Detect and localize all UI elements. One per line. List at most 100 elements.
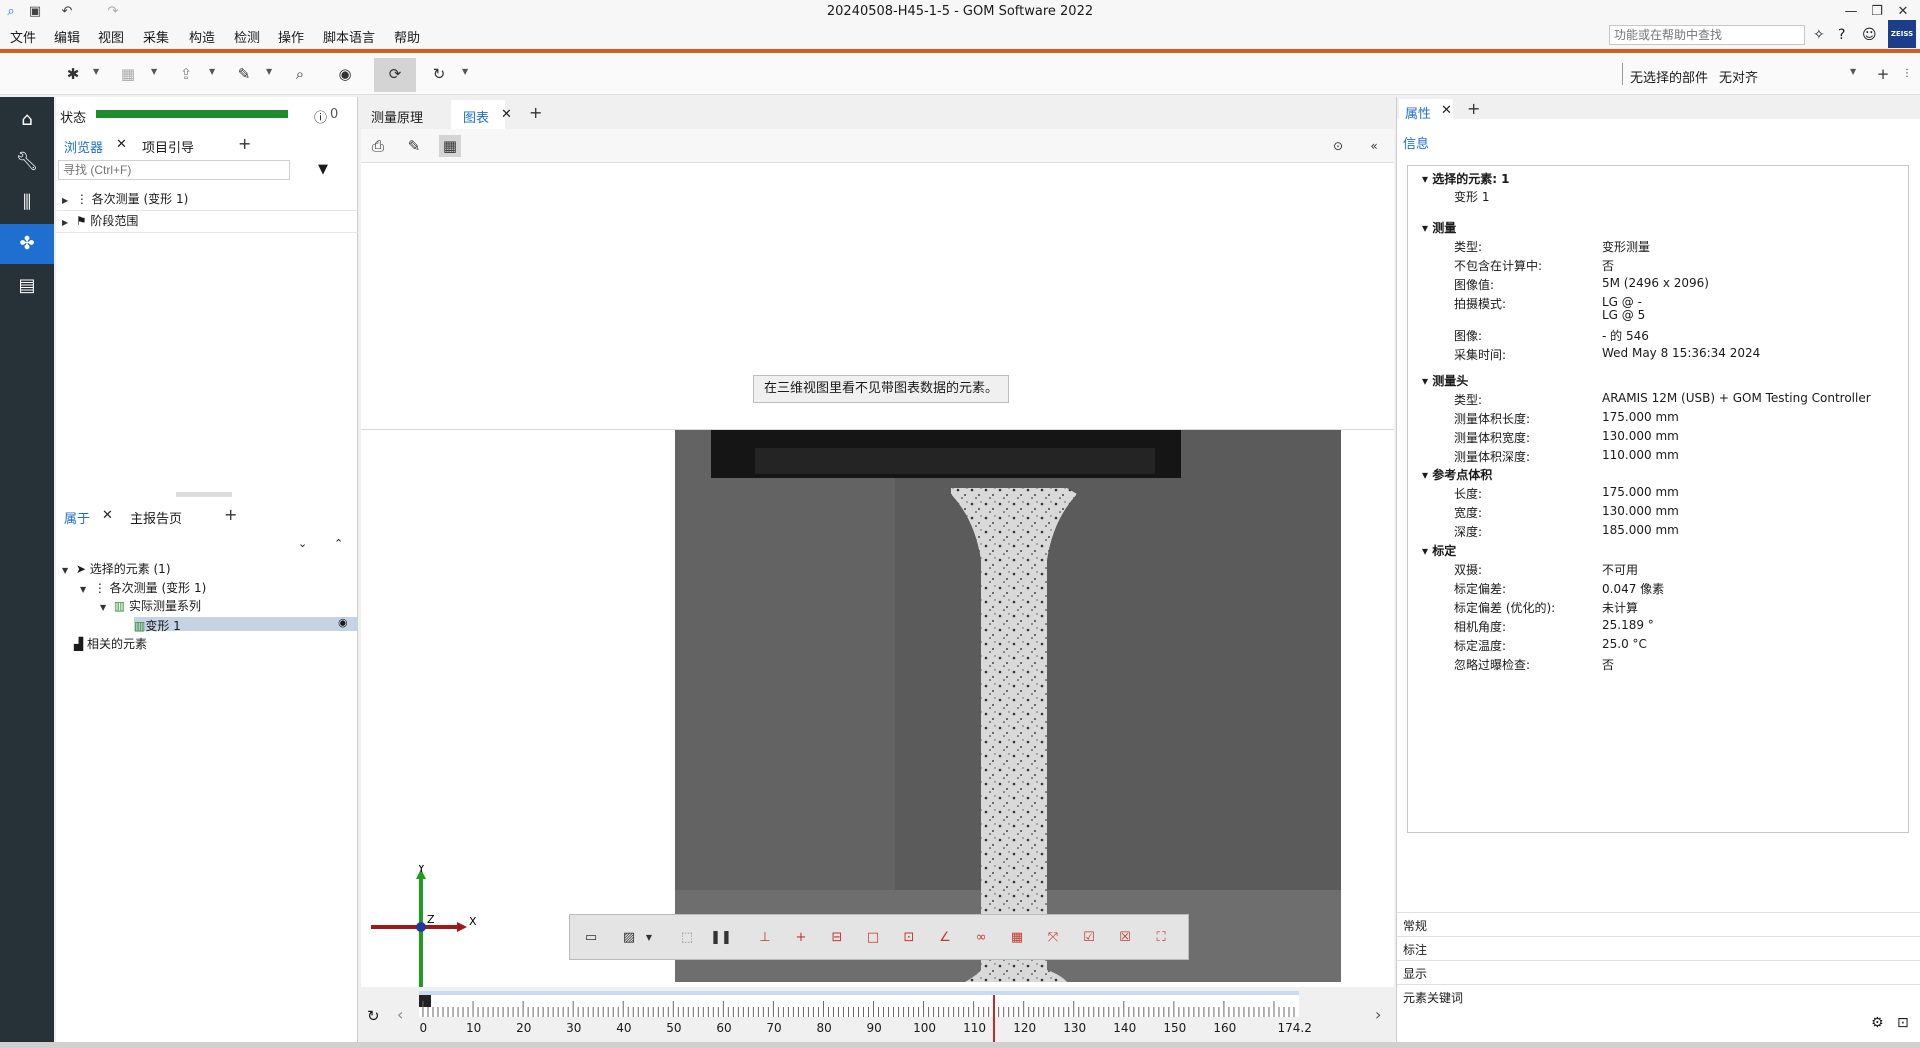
inspection-icon[interactable]: ✤: [0, 224, 54, 264]
rectangle-icon[interactable]: □: [862, 927, 884, 949]
info-icon[interactable]: ⓘ: [314, 107, 327, 126]
tree-item-measurements[interactable]: ▶ ⋮ 各次测量 (变形 1): [62, 190, 188, 207]
section-keywords[interactable]: 元素关键词: [1397, 984, 1920, 1008]
reload-icon[interactable]: ↻: [428, 63, 450, 85]
splitter-handle[interactable]: [176, 492, 232, 497]
filter-icon[interactable]: ▼: [318, 162, 328, 177]
grid-select-icon[interactable]: ▦: [1006, 927, 1028, 949]
menu-inspect[interactable]: 检测: [234, 27, 260, 46]
menu-operate[interactable]: 操作: [278, 27, 304, 46]
help-search-input[interactable]: [1609, 25, 1805, 45]
menu-acquire[interactable]: 采集: [143, 27, 169, 46]
help-icon[interactable]: ?: [1838, 27, 1845, 43]
visibility-eye-icon[interactable]: ◉: [338, 616, 348, 629]
section-calibration[interactable]: ▾ 标定: [1422, 542, 1456, 559]
menu-view[interactable]: 视图: [98, 27, 124, 46]
timeline-track[interactable]: [419, 991, 1299, 1017]
expand-all-icon[interactable]: ⌄: [298, 537, 307, 550]
tree-item-related-elements[interactable]: ▟ 相关的元素: [74, 635, 147, 652]
timeline-cursor[interactable]: [993, 995, 995, 1043]
section-general[interactable]: 常规: [1397, 912, 1920, 936]
home-icon[interactable]: ⌂: [0, 100, 54, 140]
tab-main-report[interactable]: 主报告页: [130, 508, 182, 527]
add-tab-icon[interactable]: +: [238, 134, 251, 153]
collapse-all-icon[interactable]: ⌃: [334, 537, 343, 550]
tree-item-selected-elements[interactable]: ▼ ➤ 选择的元素 (1): [62, 560, 171, 577]
point-icon[interactable]: ⊥: [754, 927, 776, 949]
menu-edit[interactable]: 编辑: [54, 27, 80, 46]
grid-icon[interactable]: ▦: [117, 63, 139, 85]
chart-layout-icon[interactable]: ▦: [439, 135, 461, 157]
close-icon[interactable]: ✕: [116, 137, 127, 152]
menu-help[interactable]: 帮助: [394, 27, 420, 46]
tools-icon[interactable]: 🔧︎: [0, 142, 54, 182]
pin-icon[interactable]: ✧: [1813, 27, 1825, 43]
minimize-icon[interactable]: —: [1840, 3, 1862, 21]
add-icon[interactable]: +: [1872, 63, 1894, 85]
frame-icon[interactable]: ⊡: [898, 927, 920, 949]
close-icon[interactable]: ✕: [102, 508, 113, 523]
user-icon[interactable]: ☺: [1862, 27, 1877, 43]
circle-link-icon[interactable]: ∞: [970, 927, 992, 949]
part-selector[interactable]: 无选择的部件: [1630, 67, 1708, 86]
menu-construct[interactable]: 构造: [189, 27, 215, 46]
more-icon[interactable]: ⋮: [1896, 63, 1918, 85]
remove-icon[interactable]: ☒: [1114, 927, 1136, 949]
prev-icon[interactable]: ‹: [397, 1005, 403, 1024]
add-tab-icon[interactable]: +: [529, 103, 542, 122]
chart-edit-icon[interactable]: ✎: [403, 135, 425, 157]
export-icon[interactable]: ⇪: [175, 63, 197, 85]
section-selected[interactable]: ▾ 选择的元素: 1: [1422, 170, 1510, 187]
library-icon[interactable]: ⫼: [0, 183, 54, 223]
view-mode-icon[interactable]: ▭: [580, 927, 602, 949]
section-annotation[interactable]: 标注: [1397, 936, 1920, 960]
section-icon[interactable]: ⊟: [826, 927, 848, 949]
restore-icon[interactable]: ❐: [1866, 3, 1888, 21]
menu-script[interactable]: 脚本语言: [323, 27, 375, 46]
transform-icon[interactable]: ⛶: [1150, 927, 1172, 949]
sync-icon[interactable]: ⟳: [384, 63, 406, 85]
pause-icon[interactable]: ❚❚: [710, 927, 732, 949]
tab-properties[interactable]: 属性: [1405, 103, 1431, 122]
tree-item-stage-range[interactable]: ▶ ⚑ 阶段范围: [62, 212, 138, 229]
add-tab-icon[interactable]: +: [1467, 99, 1480, 118]
stage-timeline[interactable]: ↻ ‹ › 0 10 20 30 40 50 60 70 80 90 100 110 120 130 140…: [361, 987, 1394, 1043]
alignment-selector[interactable]: 无对齐: [1719, 67, 1758, 86]
browser-search-input[interactable]: [58, 160, 290, 180]
loop-icon[interactable]: ↻: [367, 1007, 380, 1025]
tree-item-actual-series[interactable]: ▼ ▥ 实际测量系列: [100, 597, 201, 614]
tab-project-guide[interactable]: 项目引导: [142, 137, 194, 156]
info-section[interactable]: 信息: [1403, 133, 1429, 152]
report-icon[interactable]: ▤: [0, 266, 54, 306]
close-icon[interactable]: ✕: [501, 107, 512, 122]
tab-belongs-to[interactable]: 属于: [64, 508, 90, 527]
settings-icon[interactable]: ⚙: [1871, 1015, 1884, 1031]
select-region-icon[interactable]: ⬚: [676, 927, 698, 949]
image-mode-icon[interactable]: ▨: [618, 927, 640, 949]
search-icon[interactable]: ⌕: [289, 63, 311, 85]
menu-file[interactable]: 文件: [10, 27, 36, 46]
tree-item-deformation[interactable]: ▥变形 1: [134, 617, 181, 634]
close-icon[interactable]: ✕: [1892, 3, 1914, 21]
fit-icon[interactable]: ⤧: [1042, 927, 1064, 949]
expand-icon[interactable]: ⊙: [1327, 135, 1349, 157]
tab-chart[interactable]: 图表: [463, 107, 489, 126]
tab-browser[interactable]: 浏览器: [64, 137, 103, 156]
section-display[interactable]: 显示: [1397, 960, 1920, 984]
add-tab-icon[interactable]: +: [224, 505, 237, 524]
check-icon[interactable]: ☑: [1078, 927, 1100, 949]
cross-icon[interactable]: +: [790, 927, 812, 949]
next-icon[interactable]: ›: [1375, 1005, 1381, 1024]
section-sensor[interactable]: ▾ 测量头: [1422, 372, 1468, 389]
pointer-icon[interactable]: ✎: [233, 63, 255, 85]
tab-measuring-principle[interactable]: 测量原理: [371, 107, 423, 126]
scanner-icon[interactable]: ✱: [62, 63, 84, 85]
close-icon[interactable]: ✕: [1441, 103, 1452, 118]
section-reference[interactable]: ▾ 参考点体积: [1422, 466, 1492, 483]
chart-export-icon[interactable]: ⎙: [367, 135, 389, 157]
tree-item-measurements-sub[interactable]: ▼ ⋮ 各次测量 (变形 1): [80, 579, 206, 596]
section-measurement[interactable]: ▾ 测量: [1422, 219, 1456, 236]
camera-icon[interactable]: ◉: [334, 63, 356, 85]
angle-icon[interactable]: ∠: [934, 927, 956, 949]
lock-icon[interactable]: ⊡: [1897, 1015, 1909, 1031]
